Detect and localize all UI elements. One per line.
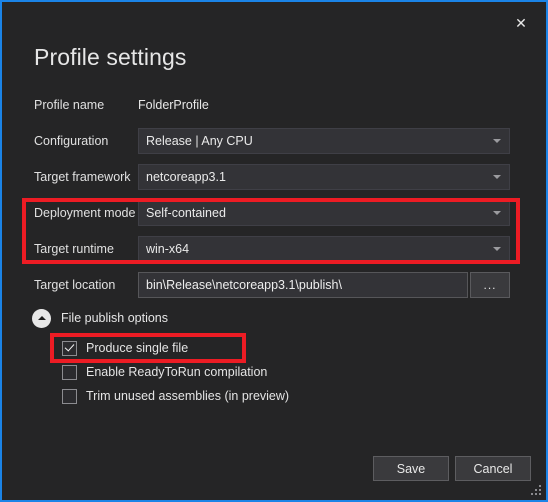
checkbox-trim-unused-assemblies[interactable]: Trim unused assemblies (in preview): [62, 385, 289, 407]
row-configuration: Configuration Release | Any CPU: [34, 128, 510, 154]
save-button[interactable]: Save: [373, 456, 449, 481]
target-runtime-label: Target runtime: [34, 242, 114, 256]
deployment-mode-label: Deployment mode: [34, 206, 136, 220]
configuration-value: Release | Any CPU: [146, 134, 253, 148]
target-location-label: Target location: [34, 278, 116, 292]
chevron-down-icon: [493, 211, 501, 215]
chevron-up-circle-icon: [32, 308, 51, 328]
resize-grip[interactable]: [530, 484, 542, 496]
checkbox-produce-single-file[interactable]: Produce single file: [62, 337, 188, 359]
target-runtime-combobox[interactable]: win-x64: [138, 236, 510, 262]
deployment-mode-combobox[interactable]: Self-contained: [138, 200, 510, 226]
deployment-mode-value: Self-contained: [146, 206, 226, 220]
checkbox-indicator[interactable]: [62, 388, 77, 404]
target-framework-label: Target framework: [34, 170, 131, 184]
chevron-down-icon: [493, 139, 501, 143]
file-publish-options-label: File publish options: [61, 311, 169, 325]
configuration-combobox[interactable]: Release | Any CPU: [138, 128, 510, 154]
row-profile-name: Profile name FolderProfile: [34, 92, 474, 118]
row-target-framework: Target framework netcoreapp3.1: [34, 164, 510, 190]
target-location-input[interactable]: bin\Release\netcoreapp3.1\publish\: [138, 272, 468, 298]
profile-name-value: FolderProfile: [138, 98, 209, 112]
checkbox-indicator[interactable]: [62, 364, 77, 380]
checkbox-enable-readytorun-compilation[interactable]: Enable ReadyToRun compilation: [62, 361, 267, 383]
row-deployment-mode: Deployment mode Self-contained: [34, 200, 510, 226]
target-location-value: bin\Release\netcoreapp3.1\publish\: [146, 278, 342, 292]
checkbox-label: Produce single file: [86, 341, 189, 355]
row-target-runtime: Target runtime win-x64: [34, 236, 510, 262]
target-framework-combobox[interactable]: netcoreapp3.1: [138, 164, 510, 190]
browse-button[interactable]: ...: [470, 272, 510, 298]
checkbox-label: Trim unused assemblies (in preview): [86, 389, 290, 403]
target-runtime-value: win-x64: [146, 242, 190, 256]
chevron-down-icon: [493, 247, 501, 251]
chevron-down-icon: [493, 175, 501, 179]
target-framework-value: netcoreapp3.1: [146, 170, 226, 184]
row-target-location: Target location bin\Release\netcoreapp3.…: [34, 272, 474, 298]
close-icon[interactable]: ✕: [504, 8, 538, 38]
profile-name-label: Profile name: [34, 98, 105, 112]
cancel-button[interactable]: Cancel: [455, 456, 531, 481]
file-publish-options-expander[interactable]: File publish options: [32, 307, 168, 329]
checkbox-label: Enable ReadyToRun compilation: [86, 365, 268, 379]
checkbox-indicator[interactable]: [62, 340, 77, 356]
page-title: Profile settings: [34, 44, 187, 70]
profile-settings-dialog: ✕ Profile settings Profile name FolderPr…: [0, 0, 548, 502]
configuration-label: Configuration: [34, 134, 109, 148]
